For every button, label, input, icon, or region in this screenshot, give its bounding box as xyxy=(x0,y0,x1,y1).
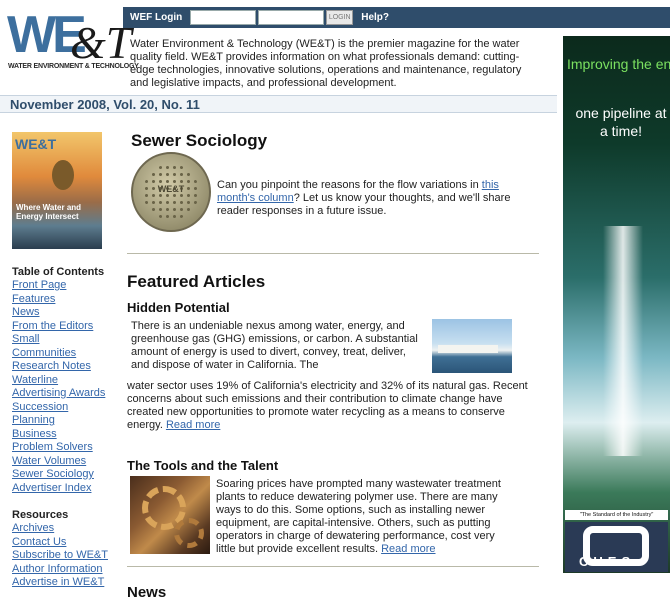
cues-advertisement[interactable]: Improving the environment, one pipeline … xyxy=(563,36,670,573)
toc-link[interactable]: Planning xyxy=(12,414,55,426)
toc-link[interactable]: Research Notes xyxy=(12,360,91,372)
sewer-text: Can you pinpoint the reasons for the flo… xyxy=(217,179,527,218)
article-body: Soaring prices have prompted many wastew… xyxy=(216,478,512,556)
login-button[interactable]: LOGIN xyxy=(326,10,354,25)
resource-link[interactable]: Author Information xyxy=(12,563,103,575)
toc-link[interactable]: Communities xyxy=(12,347,76,359)
logo-subtext: WATER ENVIRONMENT & TECHNOLOGY xyxy=(8,63,139,70)
toc-link[interactable]: Advertiser Index xyxy=(12,482,91,494)
intro-text: Water Environment & Technology (WE&T) is… xyxy=(130,38,522,89)
cover-image[interactable]: WE&T Where Water and Energy Intersect xyxy=(12,132,102,249)
login-label: WEF Login xyxy=(130,12,183,23)
cover-masthead: WE&T xyxy=(15,136,57,152)
tools-talent-image[interactable] xyxy=(130,476,210,554)
toc-heading: Table of Contents xyxy=(12,266,105,278)
cover-headline: Where Water and Energy Intersect xyxy=(16,203,82,221)
toc-link[interactable]: Business xyxy=(12,428,57,440)
toc-link[interactable]: Problem Solvers xyxy=(12,441,93,453)
article-body-continued: water sector uses 19% of California's el… xyxy=(127,380,537,432)
toc-link[interactable]: Sewer Sociology xyxy=(12,468,94,480)
ad-tagline: "The Standard of the Industry" xyxy=(565,510,668,520)
password-input[interactable] xyxy=(258,10,325,25)
toc-link[interactable]: Small xyxy=(12,333,40,345)
toc-list: Front Page Features News From the Editor… xyxy=(12,279,105,495)
hidden-potential-image[interactable] xyxy=(432,319,512,373)
waterfall-graphic xyxy=(603,226,643,456)
resource-link[interactable]: Advertise in WE&T xyxy=(12,576,104,588)
read-more-link[interactable]: Read more xyxy=(166,419,220,431)
read-more-link[interactable]: Read more xyxy=(381,543,435,555)
divider xyxy=(127,566,539,567)
article-body-text: Soaring prices have prompted many wastew… xyxy=(216,478,501,555)
cues-wordmark: CUES xyxy=(579,554,636,569)
sewer-text-before: Can you pinpoint the reasons for the flo… xyxy=(217,179,482,191)
toc-link[interactable]: Front Page xyxy=(12,279,66,291)
resource-link[interactable]: Subscribe to WE&T xyxy=(12,549,108,561)
article-title[interactable]: Hidden Potential xyxy=(127,300,230,315)
toc-link[interactable]: Waterline xyxy=(12,374,58,386)
help-link[interactable]: Help? xyxy=(361,12,389,23)
username-input[interactable] xyxy=(190,10,257,25)
manhole-cover-image: WE&T xyxy=(131,152,211,232)
ad-subheadline: one pipeline at a time! xyxy=(575,105,667,139)
news-heading: News xyxy=(127,584,167,600)
resource-link[interactable]: Contact Us xyxy=(12,536,66,548)
sewer-title: Sewer Sociology xyxy=(131,131,268,150)
site-logo[interactable]: WE &T WATER ENVIRONMENT & TECHNOLOGY xyxy=(7,6,139,76)
toc-link[interactable]: News xyxy=(12,306,40,318)
issue-bar: November 2008, Vol. 20, No. 11 xyxy=(0,95,557,113)
resources-list: Archives Contact Us Subscribe to WE&T Au… xyxy=(12,522,108,590)
plant-building xyxy=(438,345,498,353)
toc-link[interactable]: Succession xyxy=(12,401,68,413)
divider xyxy=(127,253,539,254)
toc-link[interactable]: From the Editors xyxy=(12,320,93,332)
resource-link[interactable]: Archives xyxy=(12,522,54,534)
cues-logo: CUES xyxy=(565,522,668,572)
article-body: There is an undeniable nexus among water… xyxy=(131,320,418,371)
login-bar: WEF Login LOGIN Help? xyxy=(123,7,670,28)
article-title[interactable]: The Tools and the Talent xyxy=(127,458,278,473)
resources-heading: Resources xyxy=(12,509,69,521)
cover-tree xyxy=(52,160,74,190)
gear-graphic xyxy=(174,518,204,548)
manhole-label: WE&T xyxy=(157,184,185,194)
issue-title: November 2008, Vol. 20, No. 11 xyxy=(10,97,200,112)
toc-link[interactable]: Water Volumes xyxy=(12,455,86,467)
toc-link[interactable]: Features xyxy=(12,293,55,305)
ad-headline: Improving the environment, xyxy=(567,56,670,72)
featured-heading: Featured Articles xyxy=(127,272,266,291)
toc-link[interactable]: Advertising Awards xyxy=(12,387,105,399)
